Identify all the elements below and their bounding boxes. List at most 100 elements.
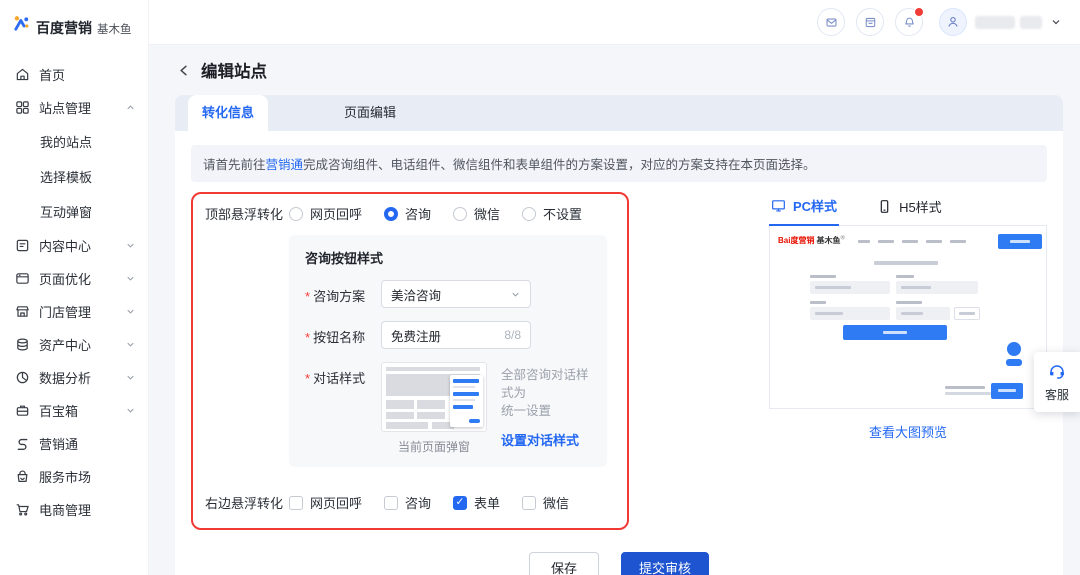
dialog-style-row: *对话样式 (305, 362, 591, 455)
sidebar-item-home[interactable]: 首页 (0, 58, 148, 91)
view-large-preview-link[interactable]: 查看大图预览 (769, 422, 1047, 441)
sidebar-item-site-management[interactable]: 站点管理 (0, 91, 148, 124)
sidebar-item-asset-center[interactable]: 资产中心 (0, 328, 148, 361)
account-menu[interactable] (939, 8, 1062, 36)
mini-nav-item (858, 240, 870, 243)
toolbox-icon (15, 403, 30, 418)
user-name-redacted (1020, 16, 1042, 29)
tab-conversion-info[interactable]: 转化信息 (188, 95, 268, 131)
button-name-input[interactable]: 免费注册 8/8 (381, 321, 531, 349)
set-dialog-style-link[interactable]: 设置对话样式 (501, 430, 591, 449)
field-label: *对话样式 (305, 362, 381, 455)
database-icon (15, 337, 30, 352)
field-label: 右边悬浮转化 (205, 493, 289, 512)
marketing-link-icon (15, 436, 30, 451)
thumb-block (386, 412, 414, 419)
top-float-options: 网页回呼 咨询 微信 不设置 (289, 204, 582, 223)
thumb-chat-dialog (450, 375, 483, 427)
sidebar-item-content-center[interactable]: 内容中心 (0, 229, 148, 262)
dialog-style-thumbnail[interactable] (381, 362, 487, 432)
checkbox-icon[interactable] (384, 496, 398, 510)
mini-form-title (874, 261, 938, 265)
sidebar-item-service-market[interactable]: 服务市场 (0, 460, 148, 493)
brand-subname: 基木鱼 (97, 21, 132, 37)
mini-code-button (954, 307, 980, 320)
monitor-icon (771, 198, 786, 213)
right-float-options: 网页回呼 咨询 表单 微信 (289, 493, 569, 512)
checkbox-form[interactable]: 表单 (453, 493, 500, 512)
action-bar: 保存 提交审核 (191, 552, 1047, 575)
radio-icon[interactable] (522, 207, 536, 221)
mini-consult-button (991, 383, 1023, 399)
checkbox-icon[interactable] (453, 496, 467, 510)
chevron-down-icon (125, 273, 136, 284)
sidebar-item-store-management[interactable]: 门店管理 (0, 295, 148, 328)
consult-button-style-panel: 咨询按钮样式 *咨询方案 美洽咨询 *按钮名称 (289, 235, 607, 467)
mini-nav-item (902, 240, 918, 243)
mini-nav-item (878, 240, 894, 243)
radio-icon[interactable] (453, 207, 467, 221)
sidebar-item-choose-template[interactable]: 选择模板 (0, 159, 148, 194)
preview-tab-label: H5样式 (899, 197, 942, 216)
thumb-chat-bar (453, 392, 479, 396)
marketing-tong-link[interactable]: 营销通 (266, 158, 304, 172)
mini-float-circle (1007, 342, 1021, 356)
thumb-block (386, 400, 414, 409)
radio-icon[interactable] (289, 207, 303, 221)
sidebar-item-marketing-tong[interactable]: 营销通 (0, 427, 148, 460)
sidebar-item-label: 服务市场 (39, 467, 91, 486)
field-label: *按钮名称 (305, 321, 381, 349)
select-value: 美洽咨询 (391, 285, 441, 304)
radio-icon[interactable] (384, 207, 398, 221)
notice-text: 完成咨询组件、电话组件、微信组件和表单组件的方案设置，对应的方案支持在本页面选择… (303, 158, 816, 172)
tab-page-edit[interactable]: 页面编辑 (330, 95, 410, 131)
field-label: 顶部悬浮转化 (205, 204, 289, 223)
thumb-chat-pill (469, 419, 480, 423)
report-button[interactable] (856, 8, 884, 36)
preview-tab-h5[interactable]: H5样式 (875, 192, 944, 225)
chevron-down-icon (125, 339, 136, 350)
support-label: 客服 (1045, 386, 1069, 403)
sidebar-item-label: 数据分析 (39, 368, 91, 387)
checkbox-wechat[interactable]: 微信 (522, 493, 569, 512)
sidebar-item-my-sites[interactable]: 我的站点 (0, 124, 148, 159)
sidebar-item-label: 站点管理 (39, 98, 91, 117)
mini-float-pill (1006, 359, 1022, 366)
submit-review-button[interactable]: 提交审核 (621, 552, 709, 575)
brand-logo: 百度营销 基木鱼 (0, 0, 148, 38)
dialog-style-thumbnail-wrap: 当前页面弹窗 (381, 362, 487, 455)
radio-none[interactable]: 不设置 (522, 204, 582, 223)
preview-tab-pc[interactable]: PC样式 (769, 192, 839, 226)
radio-web-callback[interactable]: 网页回呼 (289, 204, 362, 223)
cart-icon (15, 502, 30, 517)
preview-tab-label: PC样式 (793, 196, 837, 215)
save-button[interactable]: 保存 (529, 552, 599, 575)
notifications-button[interactable] (895, 8, 923, 36)
panel-title: 咨询按钮样式 (305, 248, 591, 267)
checkbox-consult[interactable]: 咨询 (384, 493, 431, 512)
sidebar-item-data-analysis[interactable]: 数据分析 (0, 361, 148, 394)
customer-service-widget[interactable]: 客服 (1034, 352, 1080, 412)
sidebar-item-interactive-popup[interactable]: 互动弹窗 (0, 194, 148, 229)
sidebar-item-ecommerce[interactable]: 电商管理 (0, 493, 148, 526)
pie-chart-icon (15, 370, 30, 385)
checkbox-icon[interactable] (289, 496, 303, 510)
radio-label: 微信 (474, 204, 500, 223)
field-label: *咨询方案 (305, 280, 381, 308)
radio-wechat[interactable]: 微信 (453, 204, 500, 223)
thumb-block (386, 422, 428, 429)
messages-button[interactable] (817, 8, 845, 36)
radio-consult[interactable]: 咨询 (384, 204, 431, 223)
back-button[interactable] (177, 63, 192, 78)
sidebar-item-page-optimization[interactable]: 页面优化 (0, 262, 148, 295)
sidebar-item-label: 营销通 (39, 434, 78, 453)
avatar (939, 8, 967, 36)
checkbox-icon[interactable] (522, 496, 536, 510)
checkbox-web-callback[interactable]: 网页回呼 (289, 493, 362, 512)
consult-plan-select[interactable]: 美洽咨询 (381, 280, 531, 308)
envelope-icon (825, 16, 838, 29)
sidebar-item-label: 门店管理 (39, 302, 91, 321)
chevron-down-icon (125, 405, 136, 416)
sidebar-item-toolbox[interactable]: 百宝箱 (0, 394, 148, 427)
thumb-chat-bar (453, 379, 479, 383)
